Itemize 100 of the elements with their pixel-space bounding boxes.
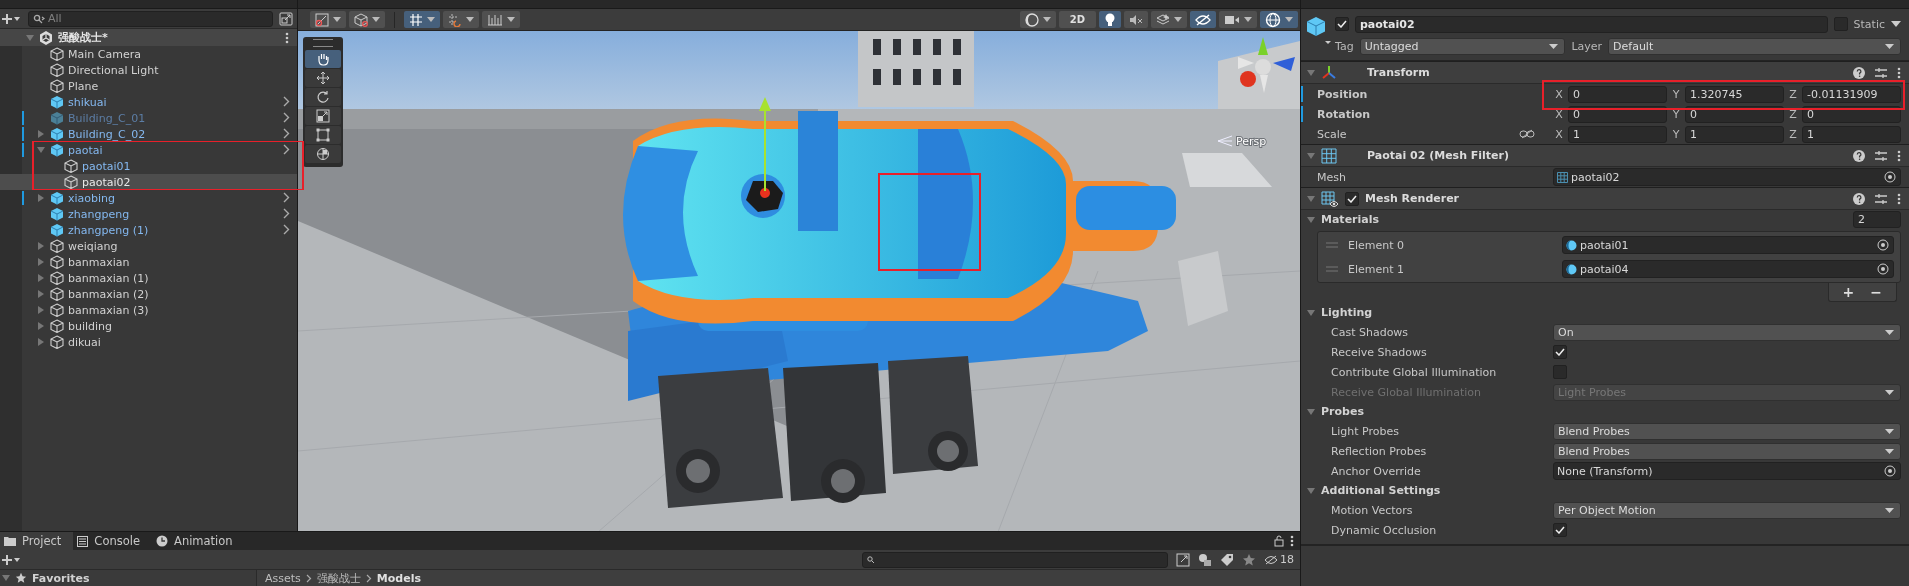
component-header[interactable]: Transform: [1301, 61, 1909, 84]
checkbox[interactable]: [1553, 523, 1567, 537]
add-button[interactable]: +: [1836, 284, 1861, 300]
layer-dropdown[interactable]: Default: [1608, 37, 1901, 55]
help-icon[interactable]: [1853, 192, 1865, 205]
help-icon[interactable]: [1853, 149, 1865, 162]
tool-button[interactable]: [305, 50, 341, 68]
tool-button[interactable]: [305, 107, 341, 125]
object-picker-icon[interactable]: [1877, 239, 1889, 251]
foldout-icon[interactable]: [1307, 308, 1315, 317]
star-icon[interactable]: [1242, 552, 1256, 567]
hierarchy-item[interactable]: Main Camera: [0, 46, 297, 62]
hierarchy-item[interactable]: Plane: [0, 78, 297, 94]
number-field[interactable]: 1: [1802, 125, 1901, 143]
more-icon[interactable]: [1897, 149, 1901, 162]
section-title[interactable]: Lighting: [1321, 306, 1373, 319]
count-field[interactable]: 2: [1853, 211, 1901, 228]
number-field[interactable]: 0: [1568, 85, 1667, 103]
foldout-icon[interactable]: [1307, 486, 1315, 495]
presets-icon[interactable]: [1875, 192, 1887, 205]
popout-icon[interactable]: [279, 11, 293, 26]
object-picker-icon[interactable]: [1884, 465, 1896, 477]
panel-tab[interactable]: Console: [73, 532, 152, 550]
component-header[interactable]: Mesh Renderer: [1301, 187, 1909, 210]
add-button[interactable]: [2, 12, 22, 25]
drag-handle-icon[interactable]: [313, 39, 333, 47]
cannon-drawing[interactable]: [623, 97, 1176, 508]
tool-button[interactable]: [305, 69, 341, 87]
object-picker-icon[interactable]: [1884, 171, 1896, 183]
panel-tab[interactable]: Animation: [152, 532, 245, 550]
section-title[interactable]: Materials: [1321, 213, 1380, 226]
hierarchy-item[interactable]: dikuai: [0, 334, 297, 350]
hierarchy-item[interactable]: weiqiang: [0, 238, 297, 254]
hierarchy-item[interactable]: Building_C_02: [0, 126, 297, 142]
hidden-count-button[interactable]: 18: [1264, 553, 1294, 566]
presets-icon[interactable]: [1875, 149, 1887, 162]
search-field[interactable]: All: [28, 10, 273, 27]
section-title[interactable]: Additional Settings: [1321, 484, 1441, 497]
more-icon[interactable]: [285, 31, 289, 44]
chevron-right-icon[interactable]: [283, 128, 290, 139]
chevron-right-icon[interactable]: [283, 96, 290, 107]
scene-header[interactable]: 强酸战士*: [0, 29, 297, 46]
object-field[interactable]: paotai01: [1562, 236, 1894, 254]
hierarchy-item[interactable]: shikuai: [0, 94, 297, 110]
hierarchy-item[interactable]: xiaobing: [0, 190, 297, 206]
toolbar-button[interactable]: [1219, 11, 1257, 28]
toolbar-button[interactable]: [349, 11, 385, 28]
toolbar-button[interactable]: [1019, 11, 1056, 28]
object-field[interactable]: paotai02: [1553, 168, 1901, 186]
popout-icon[interactable]: [1176, 552, 1190, 567]
hierarchy-item[interactable]: zhangpeng: [0, 206, 297, 222]
add-button[interactable]: [2, 553, 22, 566]
object-picker-icon[interactable]: [1877, 263, 1889, 275]
axis-gizmo-icon[interactable]: [1238, 37, 1295, 93]
tool-button[interactable]: [305, 145, 341, 163]
toolbar-button[interactable]: [1151, 11, 1187, 28]
checkbox[interactable]: [1553, 345, 1567, 359]
search-field[interactable]: [862, 551, 1168, 568]
dropdown[interactable]: Blend Probes: [1553, 442, 1901, 460]
chevron-right-icon[interactable]: [283, 112, 290, 123]
section-title[interactable]: Probes: [1321, 405, 1364, 418]
foldout-icon[interactable]: [1307, 215, 1315, 224]
chevron-right-icon[interactable]: [283, 208, 290, 219]
foldout-icon[interactable]: [37, 274, 45, 282]
hierarchy-item[interactable]: Directional Light: [0, 62, 297, 78]
hierarchy-item[interactable]: zhangpeng (1): [0, 222, 297, 238]
shapes-icon[interactable]: [1198, 552, 1212, 567]
enabled-checkbox[interactable]: [1345, 191, 1359, 206]
more-icon[interactable]: [1897, 66, 1901, 79]
breadcrumb-link[interactable]: 强酸战士: [316, 570, 361, 586]
panel-tab[interactable]: Project: [0, 532, 74, 550]
component-header[interactable]: Paotai 02 (Mesh Filter): [1301, 144, 1909, 167]
active-checkbox[interactable]: [1335, 17, 1349, 31]
toolbar-button[interactable]: [310, 11, 346, 28]
toolbar-button[interactable]: [404, 11, 440, 28]
chevron-right-icon[interactable]: [283, 224, 290, 235]
foldout-icon[interactable]: [37, 258, 45, 266]
number-field[interactable]: 1.320745: [1685, 85, 1784, 103]
toolbar-button[interactable]: [1099, 11, 1121, 28]
tag-icon[interactable]: [1220, 552, 1234, 567]
foldout-icon[interactable]: [37, 194, 45, 202]
foldout-icon[interactable]: [1307, 151, 1315, 160]
toolbar-button[interactable]: [1260, 11, 1298, 28]
caret-icon[interactable]: [1891, 21, 1901, 27]
toolbar-button[interactable]: [1190, 11, 1216, 28]
breadcrumb-link[interactable]: Models: [376, 571, 421, 585]
number-field[interactable]: 1: [1568, 125, 1667, 143]
foldout-icon[interactable]: [37, 146, 45, 154]
unlinked-icon[interactable]: [1519, 129, 1535, 139]
foldout-icon[interactable]: [37, 130, 45, 138]
hierarchy-item[interactable]: paotai02: [0, 174, 297, 190]
foldout-icon[interactable]: [1307, 194, 1315, 203]
object-field[interactable]: paotai04: [1562, 260, 1894, 278]
name-field[interactable]: paotai02: [1355, 15, 1828, 33]
toolbar-button[interactable]: [482, 11, 520, 28]
chevron-right-icon[interactable]: [283, 144, 290, 155]
hierarchy-item[interactable]: banmaxian (1): [0, 270, 297, 286]
tool-button[interactable]: [305, 126, 341, 144]
hierarchy-item[interactable]: banmaxian: [0, 254, 297, 270]
foldout-icon[interactable]: [37, 290, 45, 298]
